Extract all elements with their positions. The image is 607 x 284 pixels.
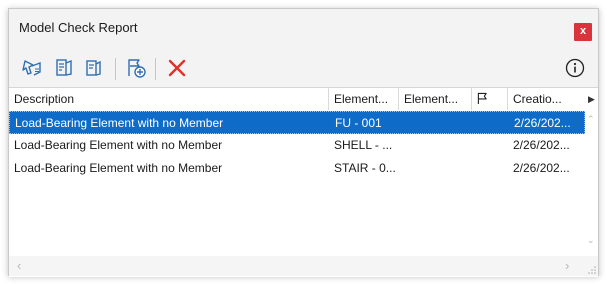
resize-grip-icon[interactable] (588, 266, 596, 274)
info-icon (565, 58, 585, 78)
flag-icon (477, 92, 487, 104)
select-elements-button[interactable] (21, 57, 43, 79)
cell-flag (472, 157, 508, 180)
cell-element-type (399, 134, 472, 157)
toolbar-separator (115, 58, 116, 80)
scroll-left-icon[interactable]: ‹ (17, 258, 21, 273)
vertical-scrollbar[interactable]: ⌃ ⌄ (586, 110, 598, 256)
cell-creation: 2/26/202... (514, 116, 571, 130)
cell-creation: 2/26/202... (513, 161, 570, 175)
add-flag-icon (128, 59, 146, 78)
toolbar (9, 49, 598, 85)
table-row[interactable]: Load-Bearing Element with no Member FU -… (9, 111, 585, 134)
column-header-description[interactable]: Description (9, 88, 329, 110)
cell-description: Load-Bearing Element with no Member (14, 138, 223, 152)
table-row[interactable]: Load-Bearing Element with no Member STAI… (9, 157, 585, 180)
delete-icon (168, 59, 186, 77)
select-elements-icon (22, 60, 41, 76)
cell-element-type (399, 157, 472, 180)
cell-element-id: STAIR - 0... (334, 161, 396, 175)
element-settings-button[interactable] (53, 57, 75, 79)
model-check-report-window: Model Check Report x Description Element… (8, 8, 599, 277)
element-settings-icon (56, 59, 72, 76)
scroll-right-icon[interactable]: › (565, 258, 569, 273)
column-header-creation[interactable]: Creatio... (508, 88, 580, 110)
cell-description: Load-Bearing Element with no Member (15, 116, 224, 130)
horizontal-scrollbar[interactable]: ‹ › (9, 256, 598, 276)
table-header: Description Element... Element... Creati… (9, 88, 585, 110)
info-button[interactable] (564, 57, 586, 79)
column-header-flag[interactable] (472, 88, 508, 110)
report-table: Description Element... Element... Creati… (9, 87, 598, 277)
window-title: Model Check Report (19, 20, 138, 35)
toolbar-separator (155, 58, 156, 80)
title-bar[interactable]: Model Check Report x (9, 9, 598, 47)
scroll-down-icon[interactable]: ⌄ (587, 235, 595, 246)
member-settings-button[interactable] (83, 57, 105, 79)
delete-button[interactable] (166, 57, 188, 79)
cell-description: Load-Bearing Element with no Member (14, 161, 223, 175)
cell-element-id: FU - 001 (335, 116, 382, 130)
cell-flag (473, 112, 509, 135)
close-button[interactable]: x (574, 23, 592, 41)
scroll-columns-right-icon[interactable]: ▶ (588, 94, 595, 105)
cell-element-type (400, 112, 473, 135)
column-header-element-type[interactable]: Element... (399, 88, 472, 110)
cell-flag (472, 134, 508, 157)
table-row[interactable]: Load-Bearing Element with no Member SHEL… (9, 134, 585, 157)
cell-creation: 2/26/202... (513, 138, 570, 152)
add-flag-button[interactable] (125, 57, 147, 79)
scroll-up-icon[interactable]: ⌃ (587, 114, 595, 125)
column-header-element-id[interactable]: Element... (329, 88, 399, 110)
cell-element-id: SHELL - ... (334, 138, 393, 152)
member-settings-icon (86, 60, 101, 76)
